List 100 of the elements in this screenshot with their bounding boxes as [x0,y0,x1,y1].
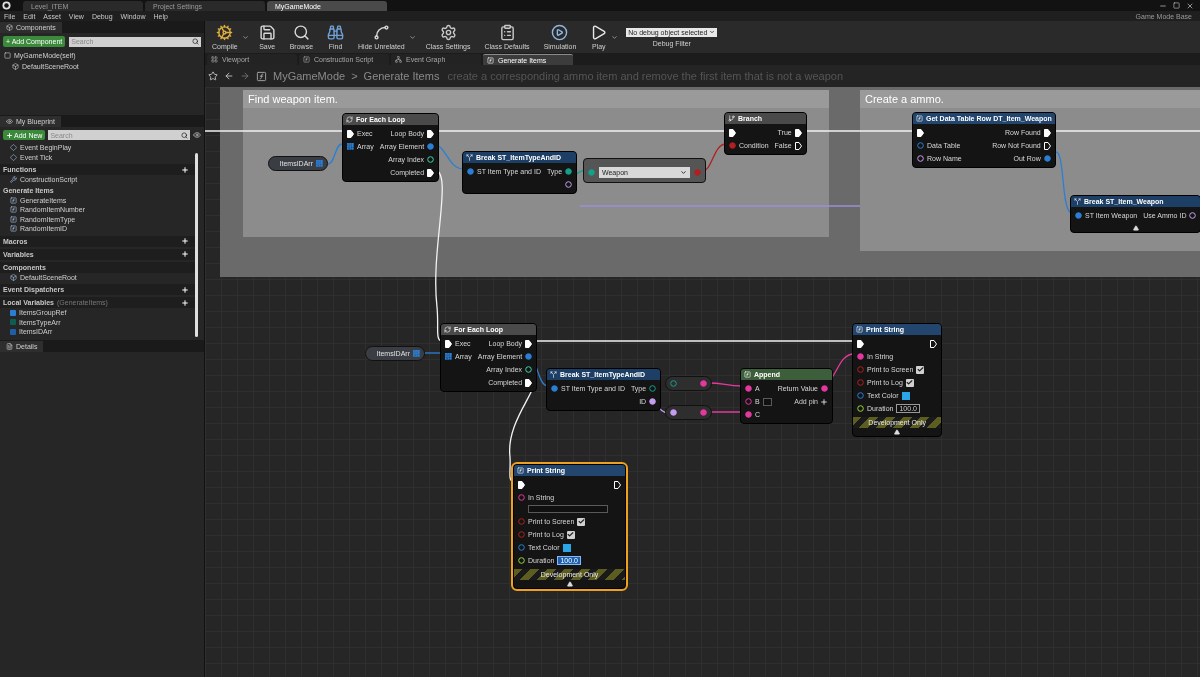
pin-icon[interactable] [565,181,573,188]
binoculars-icon [327,24,345,41]
pin-icon[interactable] [649,398,657,405]
array-pin-icon[interactable] [445,353,452,360]
function-icon [916,115,923,122]
caret-icon[interactable] [241,33,249,41]
color-swatch[interactable] [901,391,910,400]
pin-icon[interactable] [467,168,474,175]
cube-icon [12,63,19,70]
exec-pin-icon[interactable] [1043,141,1051,150]
caret-icon [680,169,687,176]
pin-icon[interactable] [857,353,864,360]
clipboard-icon [498,24,516,41]
maximize-icon[interactable] [1173,2,1180,9]
spline-icon [372,24,390,41]
color-swatch[interactable] [562,543,571,552]
pin-icon[interactable] [525,353,533,360]
pin-icon[interactable] [857,405,864,412]
play-circle-icon [551,24,569,41]
play-icon [590,24,608,41]
exec-pin-icon[interactable] [427,129,435,138]
add-icon[interactable] [181,250,189,258]
exec-pin-icon[interactable] [729,128,736,137]
breadcrumb-separator: > [351,70,358,82]
settings-icon [439,24,457,41]
graph-icon [395,56,402,63]
plus-icon [6,131,13,139]
checkbox[interactable] [916,365,925,374]
pin-icon[interactable] [917,155,924,162]
add-icon[interactable] [181,237,189,245]
comment-title: Create a ammo. [865,93,944,105]
gear-icon [216,24,234,41]
close-icon[interactable] [1186,1,1194,10]
expand-arrow-icon[interactable] [894,429,901,435]
split-icon [1074,198,1081,205]
exec-pin-icon[interactable] [857,339,864,348]
star-icon[interactable] [208,71,218,81]
add-icon[interactable] [181,298,189,307]
text-field[interactable] [762,397,772,406]
pin-icon[interactable] [1075,212,1082,219]
exec-pin-icon[interactable] [794,128,802,137]
exec-pin-icon[interactable] [917,128,924,137]
wire [424,352,443,354]
checkbox[interactable] [577,517,586,526]
exec-pin-icon[interactable] [445,339,452,348]
split-icon [550,371,557,378]
pin-icon[interactable] [745,411,752,418]
exec-pin-icon[interactable] [347,129,354,138]
eye-icon[interactable] [193,131,201,139]
forward-arrow-icon[interactable] [240,71,250,81]
graph-canvas[interactable] [205,87,1200,677]
exec-pin-icon[interactable] [525,378,533,387]
expand-arrow-icon[interactable] [1132,225,1139,231]
breadcrumb-item[interactable]: MyGameMode [273,70,346,82]
pin-icon[interactable] [745,385,752,392]
caret-icon[interactable] [611,33,619,41]
grid-icon [211,56,218,63]
caret-icon [709,29,716,35]
search-icon [292,24,310,41]
function-icon [517,467,524,474]
caret-icon[interactable] [408,33,416,41]
checkbox[interactable] [566,530,575,539]
exec-pin-icon[interactable] [518,480,525,489]
pin-icon[interactable] [551,385,558,392]
loop-icon [346,116,353,123]
pin-icon[interactable] [1189,212,1197,219]
scrollbar[interactable] [195,153,198,337]
conversion-node[interactable] [665,405,712,420]
function-icon [303,56,310,63]
add-icon[interactable] [181,285,189,294]
checkbox[interactable] [905,378,914,387]
text-field[interactable] [528,505,608,513]
pin-icon[interactable] [518,557,525,564]
add-icon[interactable] [181,165,189,174]
exec-pin-icon[interactable] [427,168,435,177]
pin-icon[interactable] [1043,155,1051,162]
pin-icon[interactable] [525,366,533,373]
exec-pin-icon[interactable] [614,480,621,489]
exec-pin-icon[interactable] [930,339,938,348]
conversion-node[interactable] [665,376,712,391]
split-icon [466,154,473,161]
cube-icon [6,24,13,31]
array-pin-icon[interactable] [347,143,354,150]
search-icon [192,38,199,45]
exec-pin-icon[interactable] [1043,128,1051,137]
pin-icon[interactable] [700,409,707,416]
expand-arrow-icon[interactable] [566,581,573,587]
back-arrow-icon[interactable] [224,71,234,81]
branch-icon [728,115,735,122]
pin-icon[interactable] [821,385,828,392]
pin-icon[interactable] [427,156,435,163]
pin-icon[interactable] [649,385,657,392]
pin-icon[interactable] [700,380,707,387]
breadcrumb-item[interactable]: Generate Items [363,70,440,82]
exec-pin-icon[interactable] [794,141,802,150]
pin-icon[interactable] [565,168,573,175]
pin-icon[interactable] [670,409,677,416]
wire [1055,151,1073,214]
exec-pin-icon[interactable] [525,339,533,348]
pin-icon[interactable] [427,143,435,150]
